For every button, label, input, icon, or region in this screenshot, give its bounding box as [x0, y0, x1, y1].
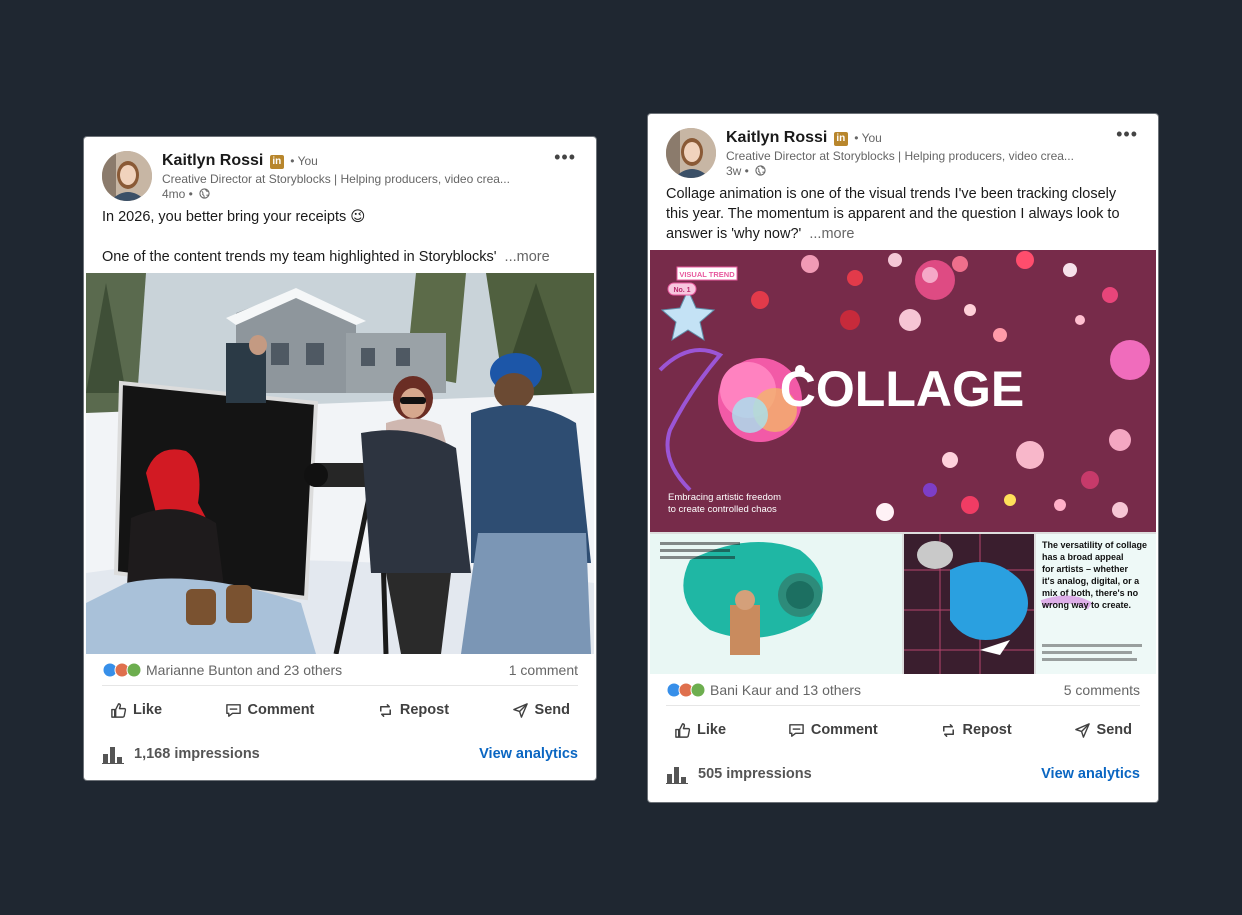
post-text-line: Collage animation is one of the visual t…: [666, 186, 1117, 202]
like-button[interactable]: Like: [102, 698, 170, 723]
post-text: Collage animation is one of the visual t…: [648, 184, 1158, 244]
avatar[interactable]: [102, 151, 152, 201]
post-text-span: One of the content trends my team highli…: [102, 249, 497, 265]
like-button[interactable]: Like: [666, 718, 734, 743]
comment-button[interactable]: Comment: [217, 698, 323, 723]
send-label: Send: [534, 702, 570, 718]
avatar[interactable]: [666, 128, 716, 178]
comment-icon: [225, 703, 241, 717]
author-name[interactable]: Kaitlyn Rossi: [162, 152, 263, 169]
post-text: In 2026, you better bring your receipts …: [84, 207, 596, 267]
author-line: Kaitlyn Rossi in • You: [726, 129, 882, 147]
repost-icon: [942, 723, 954, 737]
bar-chart-icon: [102, 747, 124, 764]
post-text-line: answer is 'why now?' ...more: [666, 224, 1140, 244]
post-image[interactable]: VISUAL TREND No. 1 COLLAGE Embracing art…: [650, 250, 1156, 674]
impressions-count: 505 impressions: [698, 766, 812, 782]
post-meta: 3w •: [726, 164, 766, 178]
panel-text: it's analog, digital, or a: [1042, 576, 1140, 586]
post-image[interactable]: [86, 273, 594, 654]
post-text-span: answer is 'why now?': [666, 226, 802, 242]
like-label: Like: [133, 702, 163, 718]
view-analytics-link[interactable]: View analytics: [1041, 766, 1140, 782]
post-text-line: One of the content trends my team highli…: [102, 247, 578, 267]
reactors-text[interactable]: Marianne Bunton and 23 others: [146, 662, 342, 678]
post-header: Kaitlyn Rossi in • You Creative Director…: [84, 137, 596, 207]
comment-icon: [789, 723, 804, 737]
send-button[interactable]: Send: [504, 698, 578, 723]
post-meta: 4mo •: [162, 187, 210, 201]
repost-button[interactable]: Repost: [369, 698, 457, 723]
comment-label: Comment: [247, 702, 315, 718]
view-analytics-link[interactable]: View analytics: [479, 746, 578, 762]
comment-button[interactable]: Comment: [780, 718, 886, 743]
more-options-icon[interactable]: •••: [1116, 124, 1138, 145]
photo-film-crew-snow: [86, 273, 594, 654]
send-icon: [1074, 722, 1090, 738]
trend-number: No. 1: [673, 287, 690, 294]
author-headline: Creative Director at Storyblocks | Helpi…: [726, 149, 1074, 163]
social-counts: Marianne Bunton and 23 others 1 comment: [102, 654, 578, 686]
see-more-link[interactable]: ...more: [505, 249, 550, 265]
see-more-link[interactable]: ...more: [809, 226, 854, 242]
analytics-bar: 1,168 impressions View analytics: [102, 734, 578, 778]
post-header: Kaitlyn Rossi in • You Creative Director…: [648, 114, 1158, 184]
visual-trend-tag: VISUAL TREND: [679, 270, 735, 279]
author-name[interactable]: Kaitlyn Rossi: [726, 129, 827, 146]
reactors-text[interactable]: Bani Kaur and 13 others: [710, 682, 861, 698]
reactions-icons[interactable]: [666, 682, 708, 698]
comments-count[interactable]: 1 comment: [509, 662, 578, 678]
analytics-bar: 505 impressions View analytics: [666, 754, 1140, 798]
reactions-icons[interactable]: [102, 662, 144, 678]
panel-text: wrong way to create.: [1041, 600, 1131, 610]
thumbs-up-icon: [111, 702, 127, 718]
post-time: 4mo •: [162, 187, 193, 201]
author-line: Kaitlyn Rossi in • You: [162, 152, 318, 170]
linkedin-premium-icon: in: [269, 155, 284, 169]
collage-tagline: Embracing artistic freedom: [668, 492, 781, 503]
action-bar: Like Comment Repost Send: [102, 686, 578, 734]
linkedin-premium-icon: in: [833, 132, 848, 146]
collage-trend-graphic: VISUAL TREND No. 1 COLLAGE Embracing art…: [650, 250, 1156, 674]
repost-label: Repost: [962, 722, 1012, 738]
more-options-icon[interactable]: •••: [554, 147, 576, 168]
comment-label: Comment: [810, 722, 878, 738]
repost-button[interactable]: Repost: [932, 718, 1020, 743]
thumbs-up-icon: [675, 722, 691, 738]
collage-title: COLLAGE: [780, 361, 1024, 417]
post-text-line: In 2026, you better bring your receipts …: [102, 209, 366, 225]
panel-text: has a broad appeal: [1042, 552, 1124, 562]
globe-icon: [755, 165, 766, 176]
action-bar: Like Comment Repost Send: [666, 706, 1140, 754]
send-button[interactable]: Send: [1066, 718, 1140, 743]
author-headline: Creative Director at Storyblocks | Helpi…: [162, 172, 510, 186]
repost-icon: [379, 703, 391, 717]
you-label: • You: [290, 154, 318, 168]
globe-icon: [199, 188, 210, 199]
panel-text: The versatility of collage: [1042, 540, 1147, 550]
impressions-count: 1,168 impressions: [134, 746, 260, 762]
you-label: • You: [854, 131, 882, 145]
post-text-line: this year. The momentum is apparent and …: [666, 206, 1120, 222]
post-card-2: Kaitlyn Rossi in • You Creative Director…: [648, 114, 1158, 802]
collage-tagline: to create controlled chaos: [668, 504, 777, 515]
post-time: 3w •: [726, 164, 749, 178]
bar-chart-icon: [666, 767, 688, 784]
send-label: Send: [1096, 722, 1132, 738]
social-counts: Bani Kaur and 13 others 5 comments: [666, 674, 1140, 706]
like-label: Like: [697, 722, 727, 738]
post-card-1: Kaitlyn Rossi in • You Creative Director…: [84, 137, 596, 780]
comments-count[interactable]: 5 comments: [1064, 682, 1140, 698]
send-icon: [512, 702, 528, 718]
panel-text: for artists – whether: [1042, 564, 1129, 574]
repost-label: Repost: [399, 702, 450, 718]
